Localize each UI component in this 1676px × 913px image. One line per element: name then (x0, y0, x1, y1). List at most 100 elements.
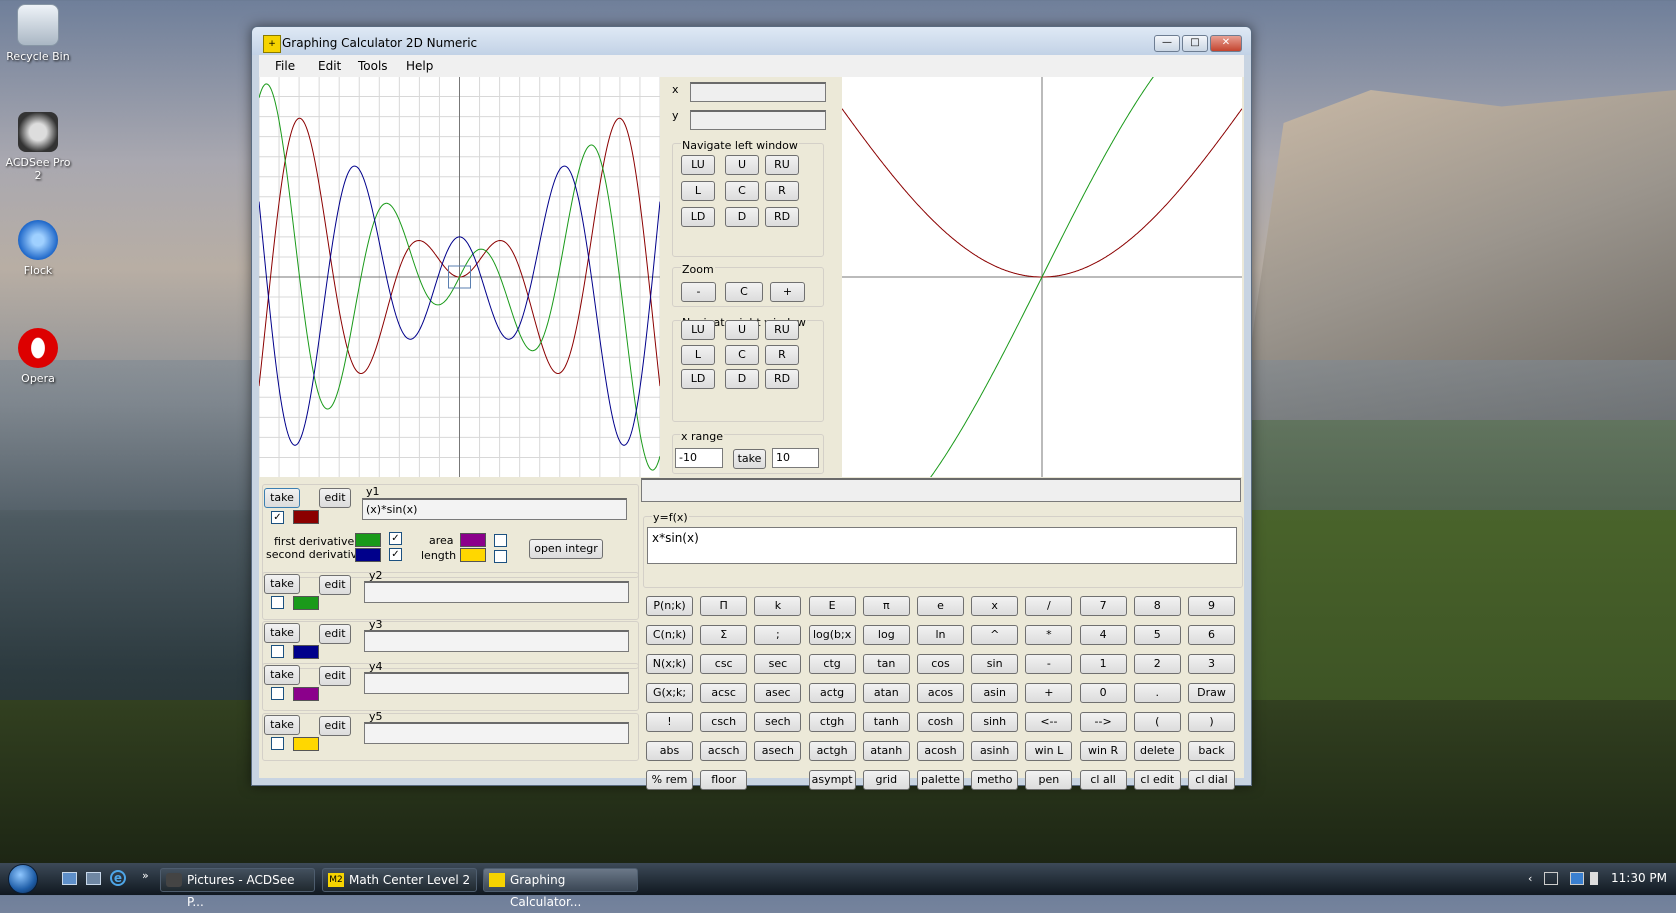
y2-edit-button[interactable]: edit (319, 575, 351, 595)
desktop-icon-recycle-bin[interactable]: Recycle Bin (2, 4, 74, 63)
key-atan-button[interactable]: atan (862, 683, 910, 703)
y5-color-swatch[interactable] (293, 737, 319, 751)
key-rem-button[interactable]: % rem (646, 770, 693, 790)
y5-expression-field[interactable] (364, 722, 629, 744)
key-log-button[interactable]: log (862, 625, 910, 645)
y2-checkbox[interactable] (271, 596, 284, 609)
length-color-swatch[interactable] (460, 548, 486, 562)
zoom-out-button[interactable]: - (681, 282, 716, 302)
left-graph[interactable] (258, 76, 661, 478)
first-derivative-checkbox[interactable]: ✓ (389, 532, 402, 545)
key-e-button[interactable]: E (808, 596, 856, 616)
y4-expression-field[interactable] (364, 672, 629, 694)
key-cl-dial-button[interactable]: cl dial (1188, 770, 1235, 790)
key-sinh-button[interactable]: sinh (971, 712, 1019, 732)
left-graph-panel[interactable] (258, 76, 661, 478)
y5-edit-button[interactable]: edit (319, 716, 351, 736)
key-sech-button[interactable]: sech (754, 712, 802, 732)
key-sym-3-7-button[interactable]: + (1025, 683, 1073, 703)
key-x-button[interactable]: x (971, 596, 1019, 616)
key-asech-button[interactable]: asech (754, 741, 802, 761)
key-floor-button[interactable]: floor (700, 770, 748, 790)
key-sym-4-8-button[interactable]: --> (1079, 712, 1127, 732)
key-win-l-button[interactable]: win L (1025, 741, 1073, 761)
key-7-button[interactable]: 7 (1079, 596, 1127, 616)
key-n-x-k-button[interactable]: N(x;k) (646, 654, 693, 674)
clock[interactable]: 11:30 PM (1611, 871, 1667, 885)
nav-left-u-button[interactable]: U (725, 155, 759, 175)
key-palette-button[interactable]: palette (917, 770, 964, 790)
x-range-take-button[interactable]: take (733, 449, 766, 469)
nav-right-lu-button[interactable]: LU (681, 320, 715, 340)
y2-take-button[interactable]: take (264, 574, 300, 594)
key-0-button[interactable]: 0 (1079, 683, 1127, 703)
key-acsch-button[interactable]: acsch (700, 741, 748, 761)
y5-checkbox[interactable] (271, 737, 284, 750)
x-range-max-input[interactable]: 10 (772, 448, 819, 468)
key-tan-button[interactable]: tan (862, 654, 910, 674)
y3-expression-field[interactable] (364, 630, 629, 652)
area-checkbox[interactable] (494, 534, 507, 547)
task-math-center[interactable]: M2 Math Center Level 2 (322, 868, 477, 892)
area-color-swatch[interactable] (460, 533, 486, 547)
task-acdsee[interactable]: Pictures - ACDSee P... (160, 868, 315, 909)
second-derivative-checkbox[interactable]: ✓ (389, 548, 402, 561)
key-metho-button[interactable]: metho (971, 770, 1019, 790)
key-sym-0-7-button[interactable]: / (1025, 596, 1073, 616)
key-k-button[interactable]: k (754, 596, 802, 616)
key-asinh-button[interactable]: asinh (971, 741, 1019, 761)
open-integr-button[interactable]: open integr (529, 539, 603, 559)
key-sym-4-7-button[interactable]: <-- (1025, 712, 1073, 732)
show-desktop-icon[interactable] (62, 872, 77, 885)
key-win-r-button[interactable]: win R (1079, 741, 1127, 761)
key-ctg-button[interactable]: ctg (808, 654, 856, 674)
desktop-icon-flock[interactable]: Flock (2, 220, 74, 277)
key-asympt-button[interactable]: asympt (808, 770, 856, 790)
key-sym-1-2-button[interactable]: ; (754, 625, 802, 645)
nav-left-r-button[interactable]: R (765, 181, 799, 201)
key-log-b-x-button[interactable]: log(b;x (808, 625, 856, 645)
key-cosh-button[interactable]: cosh (917, 712, 964, 732)
key-asec-button[interactable]: asec (754, 683, 802, 703)
task-graphing-calculator[interactable]: Graphing Calculator... (483, 868, 638, 909)
y1-take-button[interactable]: take (264, 488, 300, 508)
nav-right-u-button[interactable]: U (725, 320, 759, 340)
y4-checkbox[interactable] (271, 687, 284, 700)
zoom-center-button[interactable]: C (725, 282, 763, 302)
y4-edit-button[interactable]: edit (319, 666, 351, 686)
key-sym-0-1-button[interactable]: Π (700, 596, 748, 616)
x-range-min-input[interactable]: -10 (675, 448, 723, 468)
y3-checkbox[interactable] (271, 645, 284, 658)
y5-take-button[interactable]: take (264, 715, 300, 735)
close-button[interactable]: ✕ (1210, 35, 1242, 52)
title-bar[interactable]: + Graphing Calculator 2D Numeric — □ ✕ (252, 27, 1251, 55)
quick-launch-chevron-icon[interactable]: » (142, 869, 149, 882)
minimize-button[interactable]: — (1154, 35, 1180, 52)
key-sym-1-1-button[interactable]: Σ (700, 625, 748, 645)
desktop-icon-acdsee[interactable]: ACDSee Pro 2 (2, 112, 74, 182)
key-abs-button[interactable]: abs (646, 741, 693, 761)
key-ctgh-button[interactable]: ctgh (808, 712, 856, 732)
key-csch-button[interactable]: csch (700, 712, 748, 732)
key-4-button[interactable]: 4 (1079, 625, 1127, 645)
key-sym-3-9-button[interactable]: . (1133, 683, 1181, 703)
key-acos-button[interactable]: acos (917, 683, 964, 703)
nav-left-d-button[interactable]: D (725, 207, 759, 227)
length-checkbox[interactable] (494, 550, 507, 563)
y4-take-button[interactable]: take (264, 665, 300, 685)
y4-color-swatch[interactable] (293, 687, 319, 701)
key-cl-edit-button[interactable]: cl edit (1133, 770, 1181, 790)
nav-right-r-button[interactable]: R (765, 345, 799, 365)
nav-right-ru-button[interactable]: RU (765, 320, 799, 340)
key-9-button[interactable]: 9 (1188, 596, 1235, 616)
y1-edit-button[interactable]: edit (319, 488, 351, 508)
key-atanh-button[interactable]: atanh (862, 741, 910, 761)
nav-right-d-button[interactable]: D (725, 369, 759, 389)
display-tray-icon[interactable] (1570, 872, 1584, 885)
right-graph[interactable] (841, 0, 1243, 554)
switch-windows-icon[interactable] (86, 872, 101, 885)
key-cos-button[interactable]: cos (917, 654, 964, 674)
volume-tray-icon[interactable] (1590, 872, 1598, 885)
key-sym-2-7-button[interactable]: - (1025, 654, 1073, 674)
key-1-button[interactable]: 1 (1079, 654, 1127, 674)
